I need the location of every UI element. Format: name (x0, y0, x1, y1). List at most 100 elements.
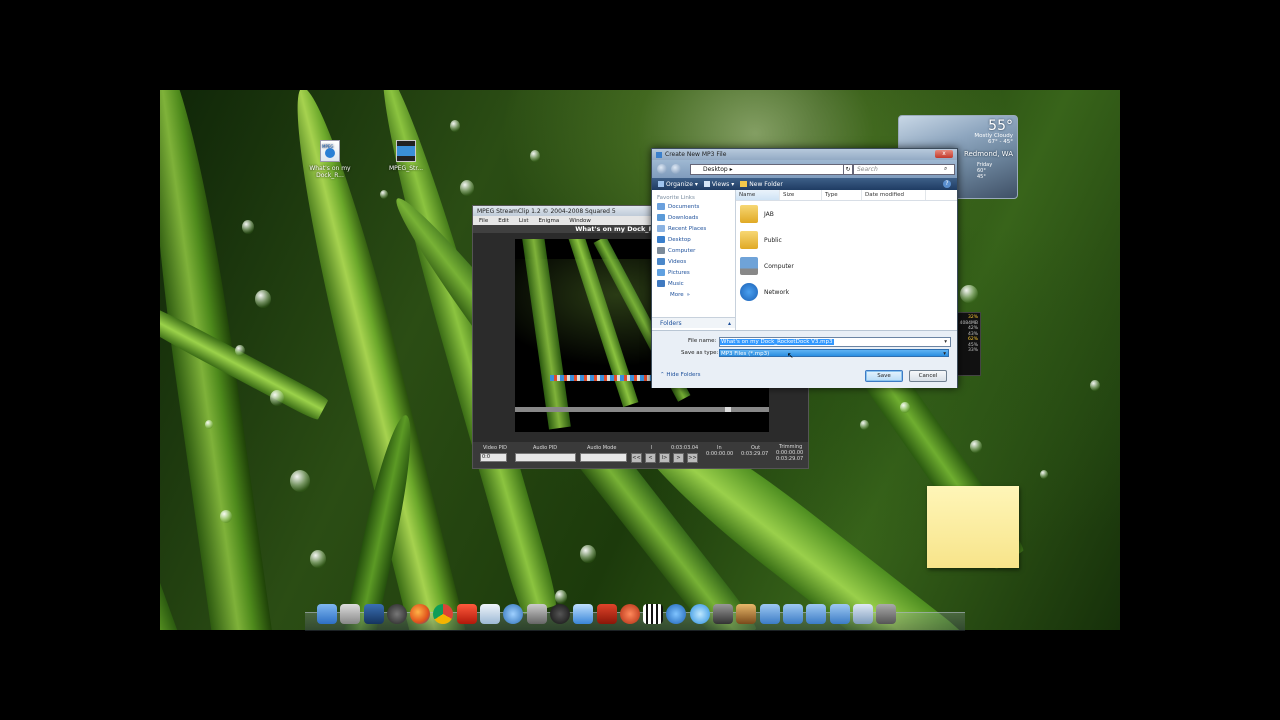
fast-forward-button[interactable]: >> (687, 453, 698, 463)
file-name-input[interactable]: What's on my Dock_RocketDock V3.mp3 ▾ (719, 337, 951, 347)
computer-icon (657, 247, 665, 254)
column-name[interactable]: Name (736, 190, 780, 200)
organize-button[interactable]: Organize ▾ (658, 181, 698, 188)
column-type[interactable]: Type (822, 190, 862, 200)
weather-city: Redmond, WA (963, 150, 1013, 158)
search-input[interactable]: Search (853, 164, 955, 175)
views-button[interactable]: Views ▾ (703, 181, 734, 188)
music-folder-icon[interactable] (782, 604, 803, 624)
trash-icon[interactable] (876, 604, 897, 624)
chevron-double-right-icon: » (686, 291, 691, 298)
chrome-icon[interactable] (433, 604, 454, 624)
chevron-up-icon: ⌃ (660, 372, 665, 378)
location-field[interactable]: Desktop ▸ (690, 164, 854, 175)
save-type-value: MP3 Files (*.mp3) (721, 351, 770, 357)
pictures-icon (657, 269, 665, 276)
mail-icon[interactable] (480, 604, 501, 624)
plane-icon[interactable] (526, 604, 547, 624)
menu-edit[interactable]: Edit (498, 218, 509, 224)
play-button[interactable]: I> (659, 453, 670, 463)
fav-videos[interactable]: Videos (652, 256, 735, 267)
water-drop (235, 345, 245, 356)
rewind-button[interactable]: << (631, 453, 642, 463)
new-folder-button[interactable]: New Folder (740, 181, 783, 188)
water-drop (205, 420, 213, 429)
fav-documents[interactable]: Documents (652, 201, 735, 212)
hide-folders-toggle[interactable]: ⌃ Hide Folders (660, 372, 701, 378)
list-item[interactable]: Computer (736, 253, 957, 279)
globe-icon[interactable] (503, 604, 524, 624)
forward-arrow-icon[interactable] (671, 164, 681, 174)
video-pid-select[interactable]: 0:0 (480, 453, 507, 462)
flash-icon[interactable] (596, 604, 617, 624)
music-icon (657, 280, 665, 287)
player-title: MPEG StreamClip 1.2 © 2004-2008 Squared … (477, 207, 616, 215)
clock-icon[interactable] (386, 604, 407, 624)
fav-downloads[interactable]: Downloads (652, 212, 735, 223)
user-icon[interactable] (619, 604, 640, 624)
in-time: 0:00:00.00 (706, 451, 734, 457)
folder-icon[interactable] (759, 604, 780, 624)
audio-pid-select[interactable] (515, 453, 576, 462)
folders-toggle[interactable]: Folders ▴ (652, 317, 735, 328)
dialog-footer: File name: What's on my Dock_RocketDock … (652, 330, 957, 388)
water-drop (450, 120, 460, 132)
help-icon[interactable]: ? (943, 180, 951, 188)
app-icon[interactable] (363, 604, 384, 624)
upload-icon[interactable] (573, 604, 594, 624)
fav-recent-places[interactable]: Recent Places (652, 223, 735, 234)
menu-file[interactable]: File (479, 218, 488, 224)
column-date-modified[interactable]: Date modified (862, 190, 926, 200)
desktop-icon-video-file[interactable]: MPEG What's on my Dock_R... (304, 140, 356, 179)
quicktime-icon[interactable] (689, 604, 710, 624)
menu-window[interactable]: Window (569, 218, 591, 224)
fav-music[interactable]: Music (652, 278, 735, 289)
photos-icon[interactable] (736, 604, 757, 624)
weather-condition: Mostly Cloudy 67° - 45° (974, 133, 1013, 145)
gmail-icon[interactable] (456, 604, 477, 624)
sticky-note[interactable] (927, 486, 1019, 568)
column-size[interactable]: Size (780, 190, 822, 200)
documents-folder-icon[interactable] (829, 604, 850, 624)
star-icon[interactable] (713, 604, 734, 624)
videos-icon (657, 258, 665, 265)
save-type-select[interactable]: MP3 Files (*.mp3) ▾ (719, 349, 949, 357)
back-arrow-icon[interactable] (657, 164, 667, 174)
finder-icon[interactable] (317, 604, 337, 624)
more-link[interactable]: More» (652, 289, 735, 300)
fav-pictures[interactable]: Pictures (652, 267, 735, 278)
audio-mode-select[interactable] (580, 453, 627, 462)
step-back-button[interactable]: < (645, 453, 656, 463)
dock (317, 604, 897, 624)
save-dialog[interactable]: Create New MP3 File x Desktop ▸ ↻ Search… (651, 148, 958, 388)
save-type-label: Save as type: (681, 350, 719, 356)
piano-icon[interactable] (643, 604, 664, 624)
applications-folder-icon[interactable] (806, 604, 827, 624)
video-pid-label: Video PID (483, 445, 507, 451)
forecast-low: 45° (977, 174, 986, 180)
settings-icon[interactable] (340, 604, 361, 624)
folder-icon (740, 205, 758, 223)
fav-desktop[interactable]: Desktop (652, 234, 735, 245)
downloads-icon[interactable] (852, 604, 873, 624)
save-button[interactable]: Save (865, 370, 903, 382)
menu-enigma[interactable]: Enigma (539, 218, 560, 224)
refresh-icon[interactable]: ↻ (843, 164, 853, 175)
cancel-button[interactable]: Cancel (909, 370, 947, 382)
water-drop (220, 510, 232, 523)
step-forward-button[interactable]: > (673, 453, 684, 463)
list-item[interactable]: Network (736, 279, 957, 305)
gear-icon[interactable] (549, 604, 570, 624)
desktop-icon-mpeg-streamclip[interactable]: MPEG_Str... (380, 140, 432, 172)
close-button[interactable]: x (935, 150, 953, 158)
menu-list[interactable]: List (519, 218, 529, 224)
list-item[interactable]: JAB (736, 201, 957, 227)
itunes-icon[interactable] (666, 604, 687, 624)
seek-bar[interactable] (515, 407, 769, 412)
item-label: Network (764, 288, 790, 296)
fav-computer[interactable]: Computer (652, 245, 735, 256)
firefox-icon[interactable] (410, 604, 431, 624)
list-item[interactable]: Public (736, 227, 957, 253)
desktop-icon (657, 236, 665, 243)
dialog-titlebar[interactable]: Create New MP3 File (652, 149, 957, 160)
